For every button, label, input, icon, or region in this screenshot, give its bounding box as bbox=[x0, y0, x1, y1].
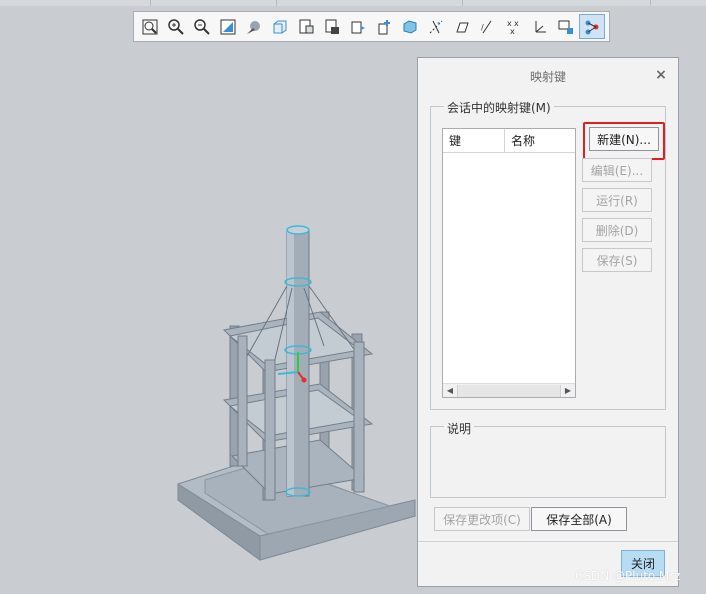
saved-orientations-icon[interactable] bbox=[267, 14, 293, 39]
save-button[interactable]: 保存(S) bbox=[582, 248, 652, 272]
scroll-right-icon[interactable]: ▶ bbox=[561, 384, 575, 398]
session-mapkeys-label: 会话中的映射键(M) bbox=[444, 99, 554, 116]
layer-tree-icon[interactable] bbox=[553, 14, 579, 39]
dialog-title: 映射键 bbox=[529, 69, 566, 84]
zoom-fit-icon[interactable] bbox=[137, 14, 163, 39]
annotation-display-icon[interactable]: / bbox=[475, 14, 501, 39]
save-all-button[interactable]: 保存全部(A) bbox=[531, 507, 627, 531]
mapkey-list[interactable]: 键 名称 ◀ ▶ bbox=[442, 128, 576, 398]
run-button[interactable]: 运行(R) bbox=[582, 188, 652, 212]
close-icon[interactable]: × bbox=[652, 66, 670, 84]
svg-text:x: x bbox=[510, 27, 515, 36]
new-button-highlight bbox=[583, 122, 665, 160]
repaint-icon[interactable] bbox=[215, 14, 241, 39]
view-toolbar: * / xxx bbox=[133, 11, 610, 42]
scroll-track[interactable] bbox=[457, 384, 561, 397]
display-style-icon[interactable] bbox=[241, 14, 267, 39]
zoom-out-icon[interactable] bbox=[189, 14, 215, 39]
delete-button[interactable]: 删除(D) bbox=[582, 218, 652, 242]
mapkeys-dialog: 映射键 × 会话中的映射键(M) 键 名称 ◀ ▶ 新建(N)... 编辑(E)… bbox=[417, 57, 679, 587]
mapkey-icon[interactable] bbox=[579, 14, 605, 39]
coordinate-systems-icon[interactable] bbox=[527, 14, 553, 39]
view-manager-icon[interactable] bbox=[293, 14, 319, 39]
description-label: 说明 bbox=[444, 420, 475, 437]
svg-text:/: / bbox=[481, 23, 484, 32]
column-name[interactable]: 名称 bbox=[505, 129, 575, 152]
plane-display-icon[interactable] bbox=[371, 14, 397, 39]
appearance-icon[interactable] bbox=[319, 14, 345, 39]
svg-text:x: x bbox=[514, 19, 519, 28]
watermark: CSDN @Pluto.Mrz bbox=[575, 569, 681, 583]
axis-display-icon[interactable] bbox=[397, 14, 423, 39]
spin-center-icon[interactable] bbox=[345, 14, 371, 39]
dialog-separator bbox=[418, 541, 678, 542]
scroll-left-icon[interactable]: ◀ bbox=[443, 384, 457, 398]
csys-display-icon[interactable] bbox=[449, 14, 475, 39]
save-changes-button[interactable]: 保存更改项(C) bbox=[434, 507, 530, 531]
datum-points-icon[interactable]: xxx bbox=[501, 14, 527, 39]
horizontal-scrollbar[interactable]: ◀ ▶ bbox=[443, 383, 575, 397]
svg-text:*: * bbox=[437, 21, 440, 28]
edit-button[interactable]: 编辑(E)... bbox=[582, 158, 652, 182]
zoom-in-icon[interactable] bbox=[163, 14, 189, 39]
list-header: 键 名称 bbox=[443, 129, 575, 153]
point-display-icon[interactable]: * bbox=[423, 14, 449, 39]
column-key[interactable]: 键 bbox=[443, 129, 505, 152]
